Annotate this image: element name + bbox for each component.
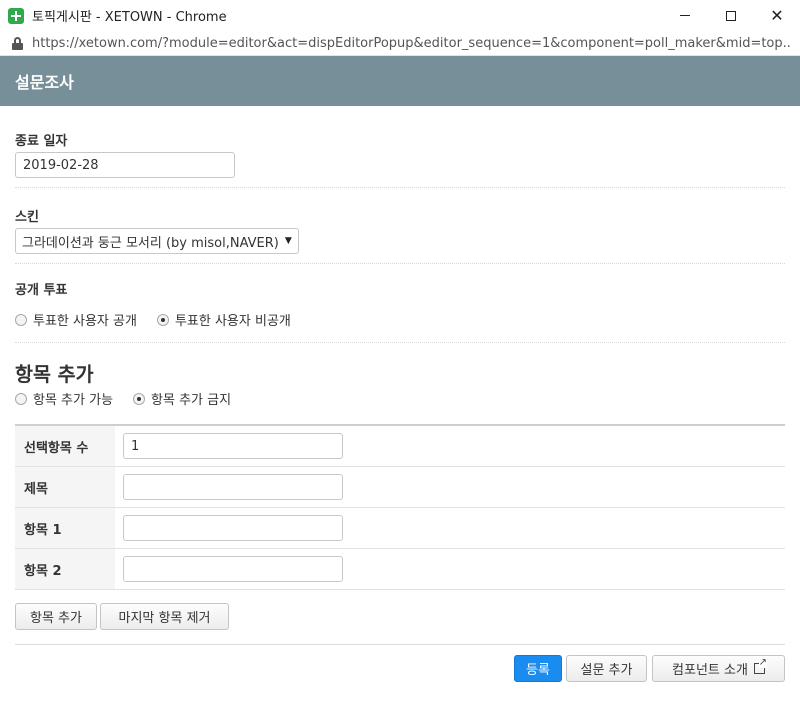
radio-public[interactable]: [15, 313, 27, 326]
minimize-icon: [680, 15, 690, 16]
dropdown-arrow-icon: ▼: [284, 236, 292, 246]
poll-items-table: 선택항목 수 1 제목 항목 1 항목 2: [15, 424, 785, 590]
row-label: 항목 2: [15, 549, 115, 589]
radio-label: 항목 추가 가능: [33, 393, 114, 408]
external-link-icon: [753, 658, 767, 674]
item-1-input[interactable]: [123, 515, 343, 541]
add-poll-button[interactable]: 설문 추가: [566, 655, 647, 682]
radio-private[interactable]: [156, 313, 169, 326]
remove-last-item-button[interactable]: 마지막 항목 제거: [100, 603, 229, 630]
lock-icon: [12, 36, 23, 50]
component-info-button[interactable]: 컴포넌트 소개: [652, 655, 785, 682]
close-button[interactable]: ✕: [754, 0, 800, 31]
maximize-icon: [726, 10, 736, 21]
public-vote-option-public[interactable]: 투표한 사용자 공개: [15, 310, 137, 329]
item-2-input[interactable]: [123, 556, 343, 582]
address-bar[interactable]: https://xetown.com/?module=editor&act=di…: [0, 31, 800, 56]
choice-count-input[interactable]: 1: [123, 433, 343, 459]
public-vote-option-private[interactable]: 투표한 사용자 비공개: [156, 310, 291, 329]
footer-divider: [15, 644, 785, 645]
radio-allow[interactable]: [15, 392, 27, 405]
add-items-section: 항목 추가 항목 추가 가능 항목 추가 금지: [15, 343, 785, 424]
table-row: 항목 2: [15, 549, 785, 590]
component-info-label: 컴포넌트 소개: [672, 663, 748, 678]
add-item-button[interactable]: 항목 추가: [15, 603, 97, 630]
table-row: 제목: [15, 467, 785, 508]
skin-selected-value: 그라데이션과 둥근 모서리 (by misol,NAVER): [22, 235, 279, 251]
row-cell: [115, 467, 785, 507]
row-cell: 1: [115, 426, 785, 466]
skin-label: 스킨: [15, 210, 39, 225]
poll-form: 종료 일자 2019-02-28 스킨 그라데이션과 둥근 모서리 (by mi…: [15, 106, 785, 682]
page-title: 설문조사: [15, 73, 74, 92]
public-vote-section: 공개 투표 투표한 사용자 공개 투표한 사용자 비공개: [15, 264, 785, 343]
row-label: 선택항목 수: [15, 426, 115, 466]
close-icon: ✕: [770, 5, 784, 25]
row-cell: [115, 508, 785, 548]
window-controls: ✕: [662, 0, 800, 31]
window-titlebar: 토픽게시판 - XETOWN - Chrome ✕: [0, 0, 800, 31]
add-items-options: 항목 추가 가능 항목 추가 금지: [15, 389, 251, 408]
minimize-button[interactable]: [662, 0, 708, 31]
row-label: 항목 1: [15, 508, 115, 548]
url-text[interactable]: https://xetown.com/?module=editor&act=di…: [32, 36, 792, 51]
maximize-button[interactable]: [708, 0, 754, 31]
radio-deny[interactable]: [133, 392, 146, 405]
row-cell: [115, 549, 785, 589]
window-title: 토픽게시판 - XETOWN - Chrome: [32, 10, 227, 25]
skin-select[interactable]: 그라데이션과 둥근 모서리 (by misol,NAVER) ▼: [15, 228, 299, 254]
radio-label: 투표한 사용자 공개: [33, 314, 137, 329]
table-row: 항목 1: [15, 508, 785, 549]
add-items-option-allow[interactable]: 항목 추가 가능: [15, 389, 113, 408]
app-icon: [8, 7, 24, 24]
radio-label: 투표한 사용자 비공개: [174, 314, 291, 329]
end-date-input[interactable]: 2019-02-28: [15, 152, 235, 178]
public-vote-options: 투표한 사용자 공개 투표한 사용자 비공개: [15, 310, 311, 329]
skin-section: 스킨 그라데이션과 둥근 모서리 (by misol,NAVER) ▼: [15, 188, 785, 264]
radio-label: 항목 추가 금지: [151, 393, 232, 408]
end-date-label: 종료 일자: [15, 134, 68, 149]
popup-header: 설문조사: [0, 56, 800, 106]
add-items-label: 항목 추가: [15, 363, 94, 386]
submit-button[interactable]: 등록: [514, 655, 562, 682]
poll-title-input[interactable]: [123, 474, 343, 500]
add-items-option-deny[interactable]: 항목 추가 금지: [133, 389, 231, 408]
public-vote-label: 공개 투표: [15, 283, 68, 298]
table-row: 선택항목 수 1: [15, 426, 785, 467]
row-label: 제목: [15, 467, 115, 507]
end-date-section: 종료 일자 2019-02-28: [15, 106, 785, 188]
